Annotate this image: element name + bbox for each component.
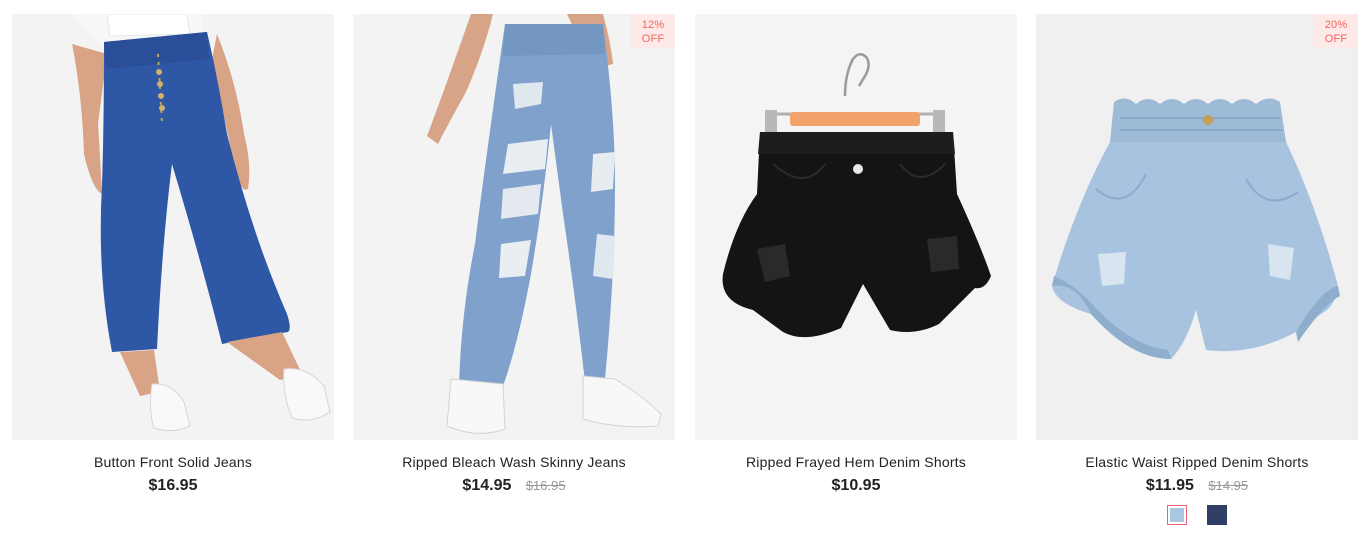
black-denim-shorts-on-hanger-photo xyxy=(722,53,991,338)
discount-badge: 12% OFF xyxy=(631,14,675,48)
product-grid: Button Front Solid Jeans $16.95 12% OFF … xyxy=(0,0,1369,543)
product-title[interactable]: Button Front Solid Jeans xyxy=(12,454,334,471)
discount-label: OFF xyxy=(641,33,665,45)
price-row: $11.95 $14.95 xyxy=(1036,476,1358,496)
light-paperbag-denim-shorts-photo xyxy=(1052,98,1340,359)
price-row: $16.95 xyxy=(12,476,334,496)
price-row: $14.95 $16.95 xyxy=(353,476,675,496)
product-price: $16.95 xyxy=(148,477,198,494)
product-title[interactable]: Elastic Waist Ripped Denim Shorts xyxy=(1036,454,1358,471)
swatch-fill xyxy=(1169,508,1184,522)
product-image[interactable] xyxy=(12,14,334,440)
product-price: $14.95 xyxy=(462,477,512,494)
discount-percent: 20% xyxy=(1324,19,1348,31)
product-image[interactable] xyxy=(695,14,1017,440)
product-title[interactable]: Ripped Bleach Wash Skinny Jeans xyxy=(353,454,675,471)
cropped-flare-jeans-photo xyxy=(72,14,331,432)
product-card[interactable]: Ripped Frayed Hem Denim Shorts $10.95 xyxy=(695,14,1017,534)
color-swatch-navy[interactable] xyxy=(1207,505,1228,525)
original-price: $14.95 xyxy=(1208,478,1249,493)
product-card[interactable]: 12% OFF Ripped Bleach Wash Skinny Jeans … xyxy=(353,14,675,534)
product-title[interactable]: Ripped Frayed Hem Denim Shorts xyxy=(695,454,1017,471)
product-card[interactable]: Button Front Solid Jeans $16.95 xyxy=(12,14,334,534)
swatch-fill xyxy=(1207,505,1228,525)
product-price: $11.95 xyxy=(1145,477,1194,494)
product-card[interactable]: 20% OFF Elastic Waist Ripped Denim Short… xyxy=(1036,14,1358,534)
color-swatches xyxy=(1036,505,1358,529)
discount-label: OFF xyxy=(1324,33,1348,45)
product-image[interactable]: 12% OFF xyxy=(353,14,675,440)
discount-badge: 20% OFF xyxy=(1314,14,1358,48)
discount-percent: 12% xyxy=(641,19,665,31)
product-price: $10.95 xyxy=(831,477,881,494)
product-image[interactable]: 20% OFF xyxy=(1036,14,1358,440)
original-price: $16.95 xyxy=(525,478,566,493)
color-swatch-light-blue[interactable] xyxy=(1166,505,1187,525)
price-row: $10.95 xyxy=(695,476,1017,496)
ripped-skinny-jeans-photo xyxy=(427,14,662,434)
